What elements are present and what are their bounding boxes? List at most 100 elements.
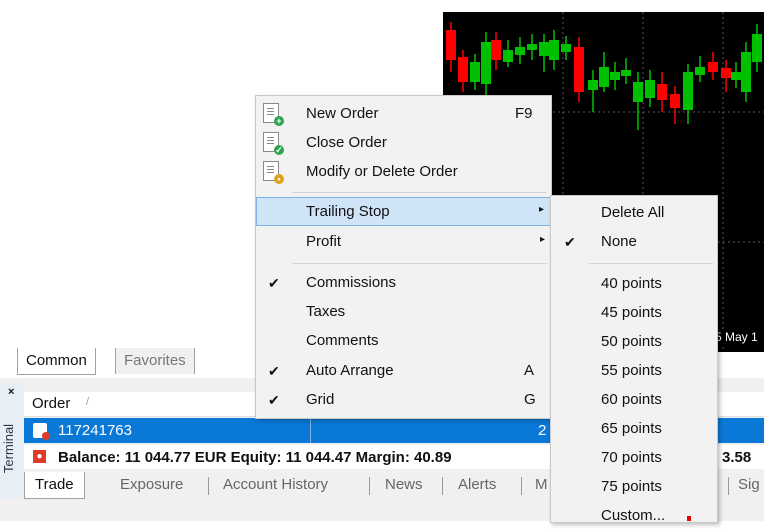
balance-text: Balance: 11 044.77 EUR Equity: 11 044.47… xyxy=(58,449,452,466)
submenu-item-40-points[interactable]: 40 points xyxy=(551,270,717,299)
menu-item-label: 45 points xyxy=(601,304,662,321)
candle-body xyxy=(683,72,693,110)
column-header-order[interactable]: Order xyxy=(32,395,70,412)
candle-body xyxy=(621,70,631,76)
menu-separator xyxy=(589,263,713,264)
tab-divider xyxy=(442,477,443,495)
menu-item-trailing-stop[interactable]: Trailing Stop ▸ xyxy=(256,197,551,226)
candle-body xyxy=(731,72,741,80)
submenu-item-55-points[interactable]: 55 points xyxy=(551,357,717,386)
menu-item-new-order[interactable]: + New Order F9 xyxy=(256,100,551,129)
cursor-marker xyxy=(687,516,691,521)
menu-separator xyxy=(292,263,547,264)
order-value: 2 xyxy=(538,422,547,439)
shortcut-label: G xyxy=(524,391,536,408)
menu-item-label: None xyxy=(601,233,637,250)
submenu-item-50-points[interactable]: 50 points xyxy=(551,328,717,357)
candle-body xyxy=(741,52,751,92)
terminal-side-bar: Terminal xyxy=(0,383,24,498)
checkmark-icon: ✔ xyxy=(268,392,280,408)
tab-divider xyxy=(521,477,522,495)
menu-item-label: New Order xyxy=(306,105,379,122)
context-menu: + New Order F9 ✓ Close Order • Modify or… xyxy=(255,95,552,419)
menu-item-label: 60 points xyxy=(601,391,662,408)
menu-item-grid[interactable]: ✔ Grid G xyxy=(256,386,551,415)
candle-body xyxy=(491,40,501,60)
menu-item-label: 55 points xyxy=(601,362,662,379)
tab-divider xyxy=(728,477,729,495)
candle-body xyxy=(657,84,667,100)
menu-item-commissions[interactable]: ✔ Commissions xyxy=(256,269,551,298)
menu-item-label: Profit xyxy=(306,233,342,250)
tab-signals[interactable]: Sig xyxy=(738,472,760,498)
tab-trade[interactable]: Trade xyxy=(24,472,85,499)
modify-order-icon: • xyxy=(263,161,284,184)
tab-mailbox[interactable]: M xyxy=(535,472,548,498)
tab-common[interactable]: Common xyxy=(17,348,96,375)
menu-item-label: Trailing Stop xyxy=(306,203,390,220)
checkmark-icon: ✔ xyxy=(564,234,576,250)
menu-item-label: 65 points xyxy=(601,420,662,437)
submenu-item-60-points[interactable]: 60 points xyxy=(551,386,717,415)
candle-body xyxy=(645,80,655,98)
shortcut-label: A xyxy=(524,362,535,379)
candle-body xyxy=(708,62,718,72)
balance-tail-value: 3.58 xyxy=(722,449,752,466)
candle-body xyxy=(752,34,762,62)
menu-item-label: Commissions xyxy=(306,274,397,291)
close-order-icon: ✓ xyxy=(263,132,284,155)
tab-favorites[interactable]: Favorites xyxy=(115,348,195,374)
submenu-item-75-points[interactable]: 75 points xyxy=(551,473,717,502)
candle-body xyxy=(446,30,456,60)
menu-item-taxes[interactable]: Taxes xyxy=(256,298,551,327)
menu-item-label: Close Order xyxy=(306,134,387,151)
new-order-icon: + xyxy=(263,103,284,126)
submenu-item-custom[interactable]: Custom... xyxy=(551,502,717,531)
tab-exposure[interactable]: Exposure xyxy=(120,472,183,498)
submenu-item-none[interactable]: ✔ None xyxy=(551,228,717,257)
menu-separator xyxy=(292,192,547,193)
menu-item-label: Grid xyxy=(306,391,335,408)
menu-item-auto-arrange[interactable]: ✔ Auto Arrange A xyxy=(256,357,551,386)
menu-item-label: 50 points xyxy=(601,333,662,350)
submenu-item-70-points[interactable]: 70 points xyxy=(551,444,717,473)
menu-item-label: Modify or Delete Order xyxy=(306,163,458,180)
menu-item-profit[interactable]: Profit ▸ xyxy=(256,228,551,257)
candle-body xyxy=(539,42,549,56)
tab-account-history[interactable]: Account History xyxy=(223,472,328,498)
candle-body xyxy=(721,68,731,78)
terminal-side-label: Terminal xyxy=(1,423,17,474)
balance-icon: ● xyxy=(33,450,46,463)
menu-item-label: 75 points xyxy=(601,478,662,495)
candle-body xyxy=(599,67,609,87)
submenu-item-65-points[interactable]: 65 points xyxy=(551,415,717,444)
candle-body xyxy=(633,82,643,102)
menu-item-modify-order[interactable]: • Modify or Delete Order xyxy=(256,158,551,187)
candle-body xyxy=(458,57,468,82)
submenu-item-45-points[interactable]: 45 points xyxy=(551,299,717,328)
candle-body xyxy=(470,62,480,82)
submenu-item-delete-all[interactable]: Delete All xyxy=(551,199,717,228)
column-divider xyxy=(310,418,311,443)
trailing-stop-submenu: Delete All ✔ None 40 points 45 points 50… xyxy=(550,195,718,524)
menu-item-close-order[interactable]: ✓ Close Order xyxy=(256,129,551,158)
candle-body xyxy=(610,72,620,80)
menu-item-label: Taxes xyxy=(306,303,346,320)
menu-item-comments[interactable]: Comments xyxy=(256,327,551,356)
candle-body xyxy=(695,67,705,75)
menu-item-label: Delete All xyxy=(601,204,665,221)
close-icon[interactable]: × xyxy=(8,386,14,398)
menu-item-label: 40 points xyxy=(601,275,662,292)
checkmark-icon: ✔ xyxy=(268,275,280,291)
candle-body xyxy=(527,44,537,50)
menu-item-label: 70 points xyxy=(601,449,662,466)
candle-body xyxy=(670,94,680,108)
candle-body xyxy=(549,40,559,60)
tab-alerts[interactable]: Alerts xyxy=(458,472,496,498)
candle-body xyxy=(574,47,584,92)
tab-news[interactable]: News xyxy=(385,472,423,498)
candle-body xyxy=(481,42,491,84)
submenu-arrow-icon: ▸ xyxy=(538,204,544,215)
sort-indicator-icon: / xyxy=(86,396,90,408)
tab-divider xyxy=(208,477,209,495)
